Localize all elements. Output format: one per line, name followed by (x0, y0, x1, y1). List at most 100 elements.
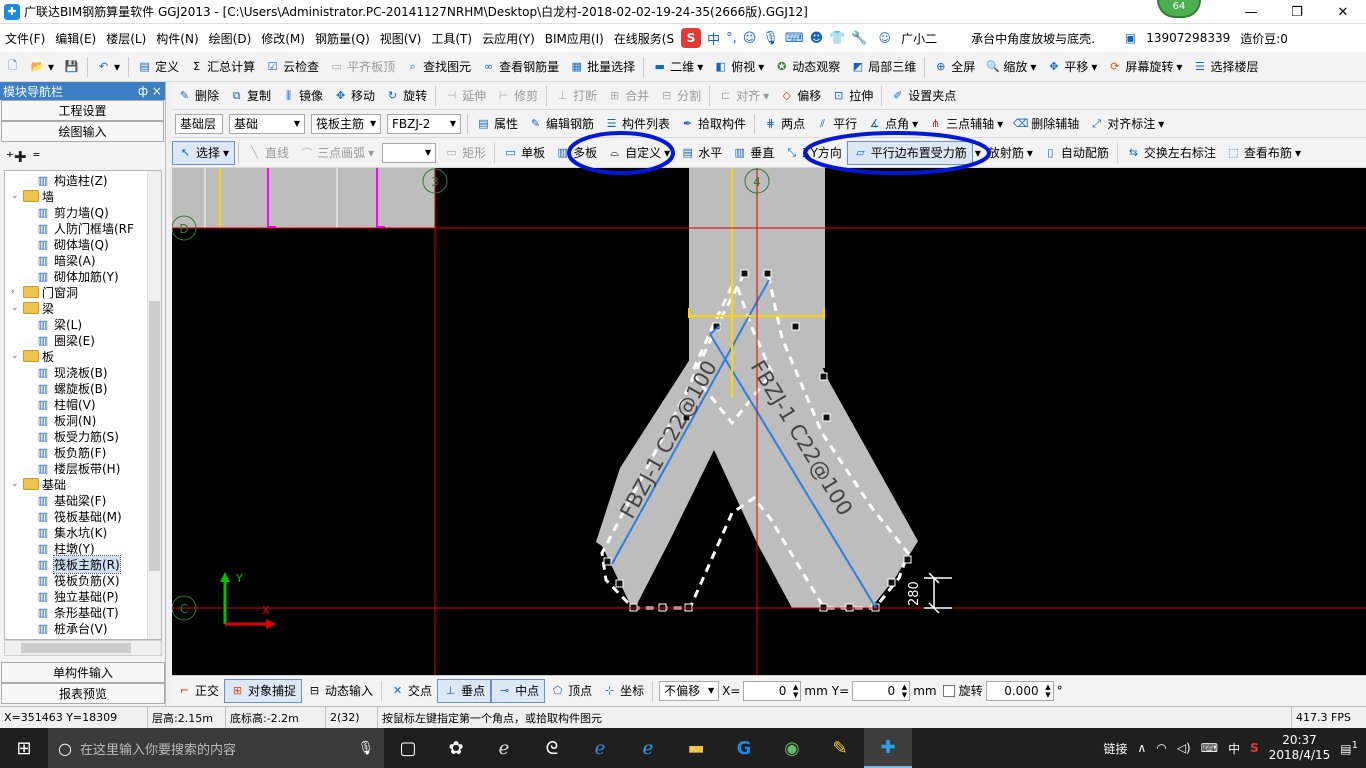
expand-all-icon[interactable]: ⁺✚ (6, 148, 27, 166)
align-dim-dropdown[interactable]: ⤢ 对齐标注 ▾ (1084, 112, 1169, 136)
rotate-button[interactable]: ↻ 旋转 (380, 84, 432, 108)
shape-value-select[interactable]: ▼ (382, 142, 437, 163)
tree-item[interactable]: ▥ 集水坑(K) (35, 524, 107, 540)
menu-view[interactable]: 视图(V) (375, 30, 427, 47)
menu-online[interactable]: 在线服务(S (609, 30, 679, 47)
intersect-snap[interactable]: ✕ 交点 (385, 679, 437, 703)
y-input[interactable]: 0 ▲ ▼ (852, 680, 911, 701)
green-app-icon[interactable]: ◉ (768, 728, 816, 768)
swap-labels-button[interactable]: ⇆ 交换左右标注 (1121, 141, 1221, 165)
fan-app-icon[interactable]: ✿ (432, 728, 480, 768)
pan-dropdown[interactable]: ✥ 平移 ▾ (1041, 55, 1102, 79)
shirt-icon[interactable]: 👕 (829, 31, 845, 46)
tree-item[interactable]: ▥ 筏板负筋(X) (35, 572, 120, 588)
offset-mode-select[interactable]: 不偏移 ▼ (659, 680, 720, 701)
move-button[interactable]: ✥ 移动 (328, 84, 380, 108)
volume-icon[interactable]: ◁) (1177, 741, 1191, 755)
taskbar-search[interactable]: ○ 在这里输入你要搜索的内容 🎙 (48, 728, 384, 768)
parallel-edge-rebar-button[interactable]: ▱ 平行边布置受力筋 (846, 140, 973, 165)
trim-button[interactable]: ⊢ 修剪 (491, 84, 543, 108)
account-phone[interactable]: 13907298339 (1141, 31, 1235, 45)
menu-edit[interactable]: 编辑(E) (50, 30, 101, 47)
ortho-toggle[interactable]: ⌐ 正交 (172, 679, 224, 703)
horizontal-button[interactable]: ▤ 水平 (675, 141, 727, 165)
delete-axis-button[interactable]: ⌫ 删除辅轴 (1008, 112, 1084, 136)
pick-member-button[interactable]: ✒ 拾取构件 (675, 112, 751, 136)
notification-icon[interactable]: ▤1 (1340, 740, 1358, 756)
tree-item[interactable]: ▥ 人防门框墙(RF (35, 220, 134, 236)
project-settings-button[interactable]: 工程设置 (1, 100, 164, 121)
open-button[interactable]: 📂 ▾ (25, 55, 59, 79)
zoom-dropdown[interactable]: 🔍 缩放 ▾ (980, 55, 1041, 79)
restore-button[interactable]: ❐ (1274, 0, 1320, 24)
tree-item[interactable]: ▥ 筏板基础(M) (35, 508, 122, 524)
new-button[interactable]: 🗋 (0, 55, 25, 79)
copy-button[interactable]: ⧉ 复制 (224, 84, 276, 108)
auto-rebar-button[interactable]: ▯ 自动配筋 (1038, 141, 1114, 165)
expand-toggle-icon[interactable]: ⌄ (11, 191, 21, 201)
tree-item[interactable]: ▥ 梁(L) (35, 316, 82, 332)
menu-floor[interactable]: 楼层(L) (101, 30, 151, 47)
tree-folder[interactable]: ⌄ 墙 (11, 188, 54, 204)
tree-folder[interactable]: ⌄ 梁 (11, 300, 54, 316)
view-rebar-button[interactable]: ∞ 查看钢筋量 (476, 55, 564, 79)
mic-icon[interactable]: 🎙 (762, 31, 779, 46)
sogou-logo-icon[interactable]: S (681, 28, 702, 48)
dynamic-view-button[interactable]: ✪ 动态观察 (769, 55, 845, 79)
sogou-tray-icon[interactable]: S (1250, 741, 1259, 755)
select-floor-button[interactable]: ☰ 选择楼层 (1187, 55, 1263, 79)
xy-direction-button[interactable]: ⤡ XY方向 (779, 141, 847, 165)
glodon-g-icon[interactable]: G (720, 728, 768, 768)
cad-drawing[interactable]: 3 4 D C FBZJ-1 C22@100 FBZJ-1 C22@100 28… (172, 168, 1366, 675)
beans-count[interactable]: 造价豆:0 (1235, 30, 1293, 47)
notes-app-icon[interactable]: ✎ (816, 728, 864, 768)
rotate-screen-dropdown[interactable]: ⟳ 屏幕旋转 ▾ (1102, 55, 1187, 79)
break-button[interactable]: ⊥ 打断 (550, 84, 602, 108)
tree-item[interactable]: ▥ 楼层板带(H) (35, 460, 121, 476)
tree-item[interactable]: ▥ 圈梁(E) (35, 332, 95, 348)
undo-button[interactable]: ↶ ▾ (91, 55, 125, 79)
flush-top-button[interactable]: ▭ 平齐板顶 (324, 55, 400, 79)
parallel-button[interactable]: ⫽ 平行 (810, 112, 862, 136)
menu-member[interactable]: 构件(N) (151, 30, 203, 47)
find-element-button[interactable]: ⌕ 查找图元 (400, 55, 476, 79)
clock[interactable]: 20:37 2018/4/15 (1269, 733, 1331, 763)
tree-item[interactable]: ▥ 暗梁(A) (35, 252, 96, 268)
report-preview-button[interactable]: 报表预览 (1, 683, 165, 704)
expand-toggle-icon[interactable]: ⌄ (11, 351, 21, 361)
windows-start-icon[interactable]: ⊞ (0, 728, 48, 768)
type-select[interactable]: 筏板主筋 ▼ (311, 113, 381, 134)
tree-scrollbar[interactable] (147, 171, 161, 639)
expand-toggle-icon[interactable]: › (11, 287, 21, 297)
stretch-button[interactable]: ⊡ 拉伸 (826, 84, 878, 108)
menu-file[interactable]: 文件(F) (0, 30, 50, 47)
fullscreen-button[interactable]: ⊕ 全屏 (928, 55, 980, 79)
tree-item[interactable]: ▥ 构造柱(Z) (35, 172, 108, 188)
local-3d-button[interactable]: ◩ 局部三维 (845, 55, 921, 79)
close-button[interactable]: ✕ (1320, 0, 1366, 24)
tree-item[interactable]: ▥ 筏板主筋(R) (35, 554, 121, 574)
tree-item[interactable]: ▥ 柱帽(V) (35, 396, 96, 412)
coordinate-snap[interactable]: ⊹ 坐标 (597, 679, 649, 703)
collapse-all-icon[interactable]: ⁼ (33, 148, 41, 166)
view-layout-dropdown[interactable]: ⬚ 查看布筋 ▾ (1221, 141, 1306, 165)
keyboard-icon[interactable]: ⌨ (1201, 741, 1218, 755)
rect-button[interactable]: ▭ 矩形 (439, 141, 491, 165)
ie-blue-icon[interactable]: ℯ (624, 728, 672, 768)
sum-button[interactable]: Σ 汇总计算 (184, 55, 260, 79)
member-list-button[interactable]: ☰ 构件列表 (599, 112, 675, 136)
vertex-snap[interactable]: ⬠ 顶点 (545, 679, 597, 703)
wifi-icon[interactable]: ◠ (1156, 741, 1166, 755)
single-input-button[interactable]: 单构件输入 (1, 662, 165, 683)
tree-item[interactable]: ▥ 柱墩(Y) (35, 540, 95, 556)
align-dropdown[interactable]: ⊏ 对齐 ▾ (713, 84, 774, 108)
view-2d-dropdown[interactable]: ▬ 二维 ▾ (647, 55, 708, 79)
tree-item[interactable]: ▥ 螺旋板(B) (35, 380, 108, 396)
tree-folder[interactable]: ⌄ 基础 (11, 476, 66, 492)
tray-link[interactable]: 链接 (1104, 740, 1128, 757)
merge-button[interactable]: ⊞ 合并 (602, 84, 654, 108)
arc-dropdown[interactable]: ⌒ 三点画弧 ▾ (294, 141, 379, 165)
task-view-icon[interactable]: ▢ (384, 728, 432, 768)
top-view-dropdown[interactable]: ◧ 俯视 ▾ (708, 55, 769, 79)
line-button[interactable]: ╲ 直线 (242, 141, 294, 165)
